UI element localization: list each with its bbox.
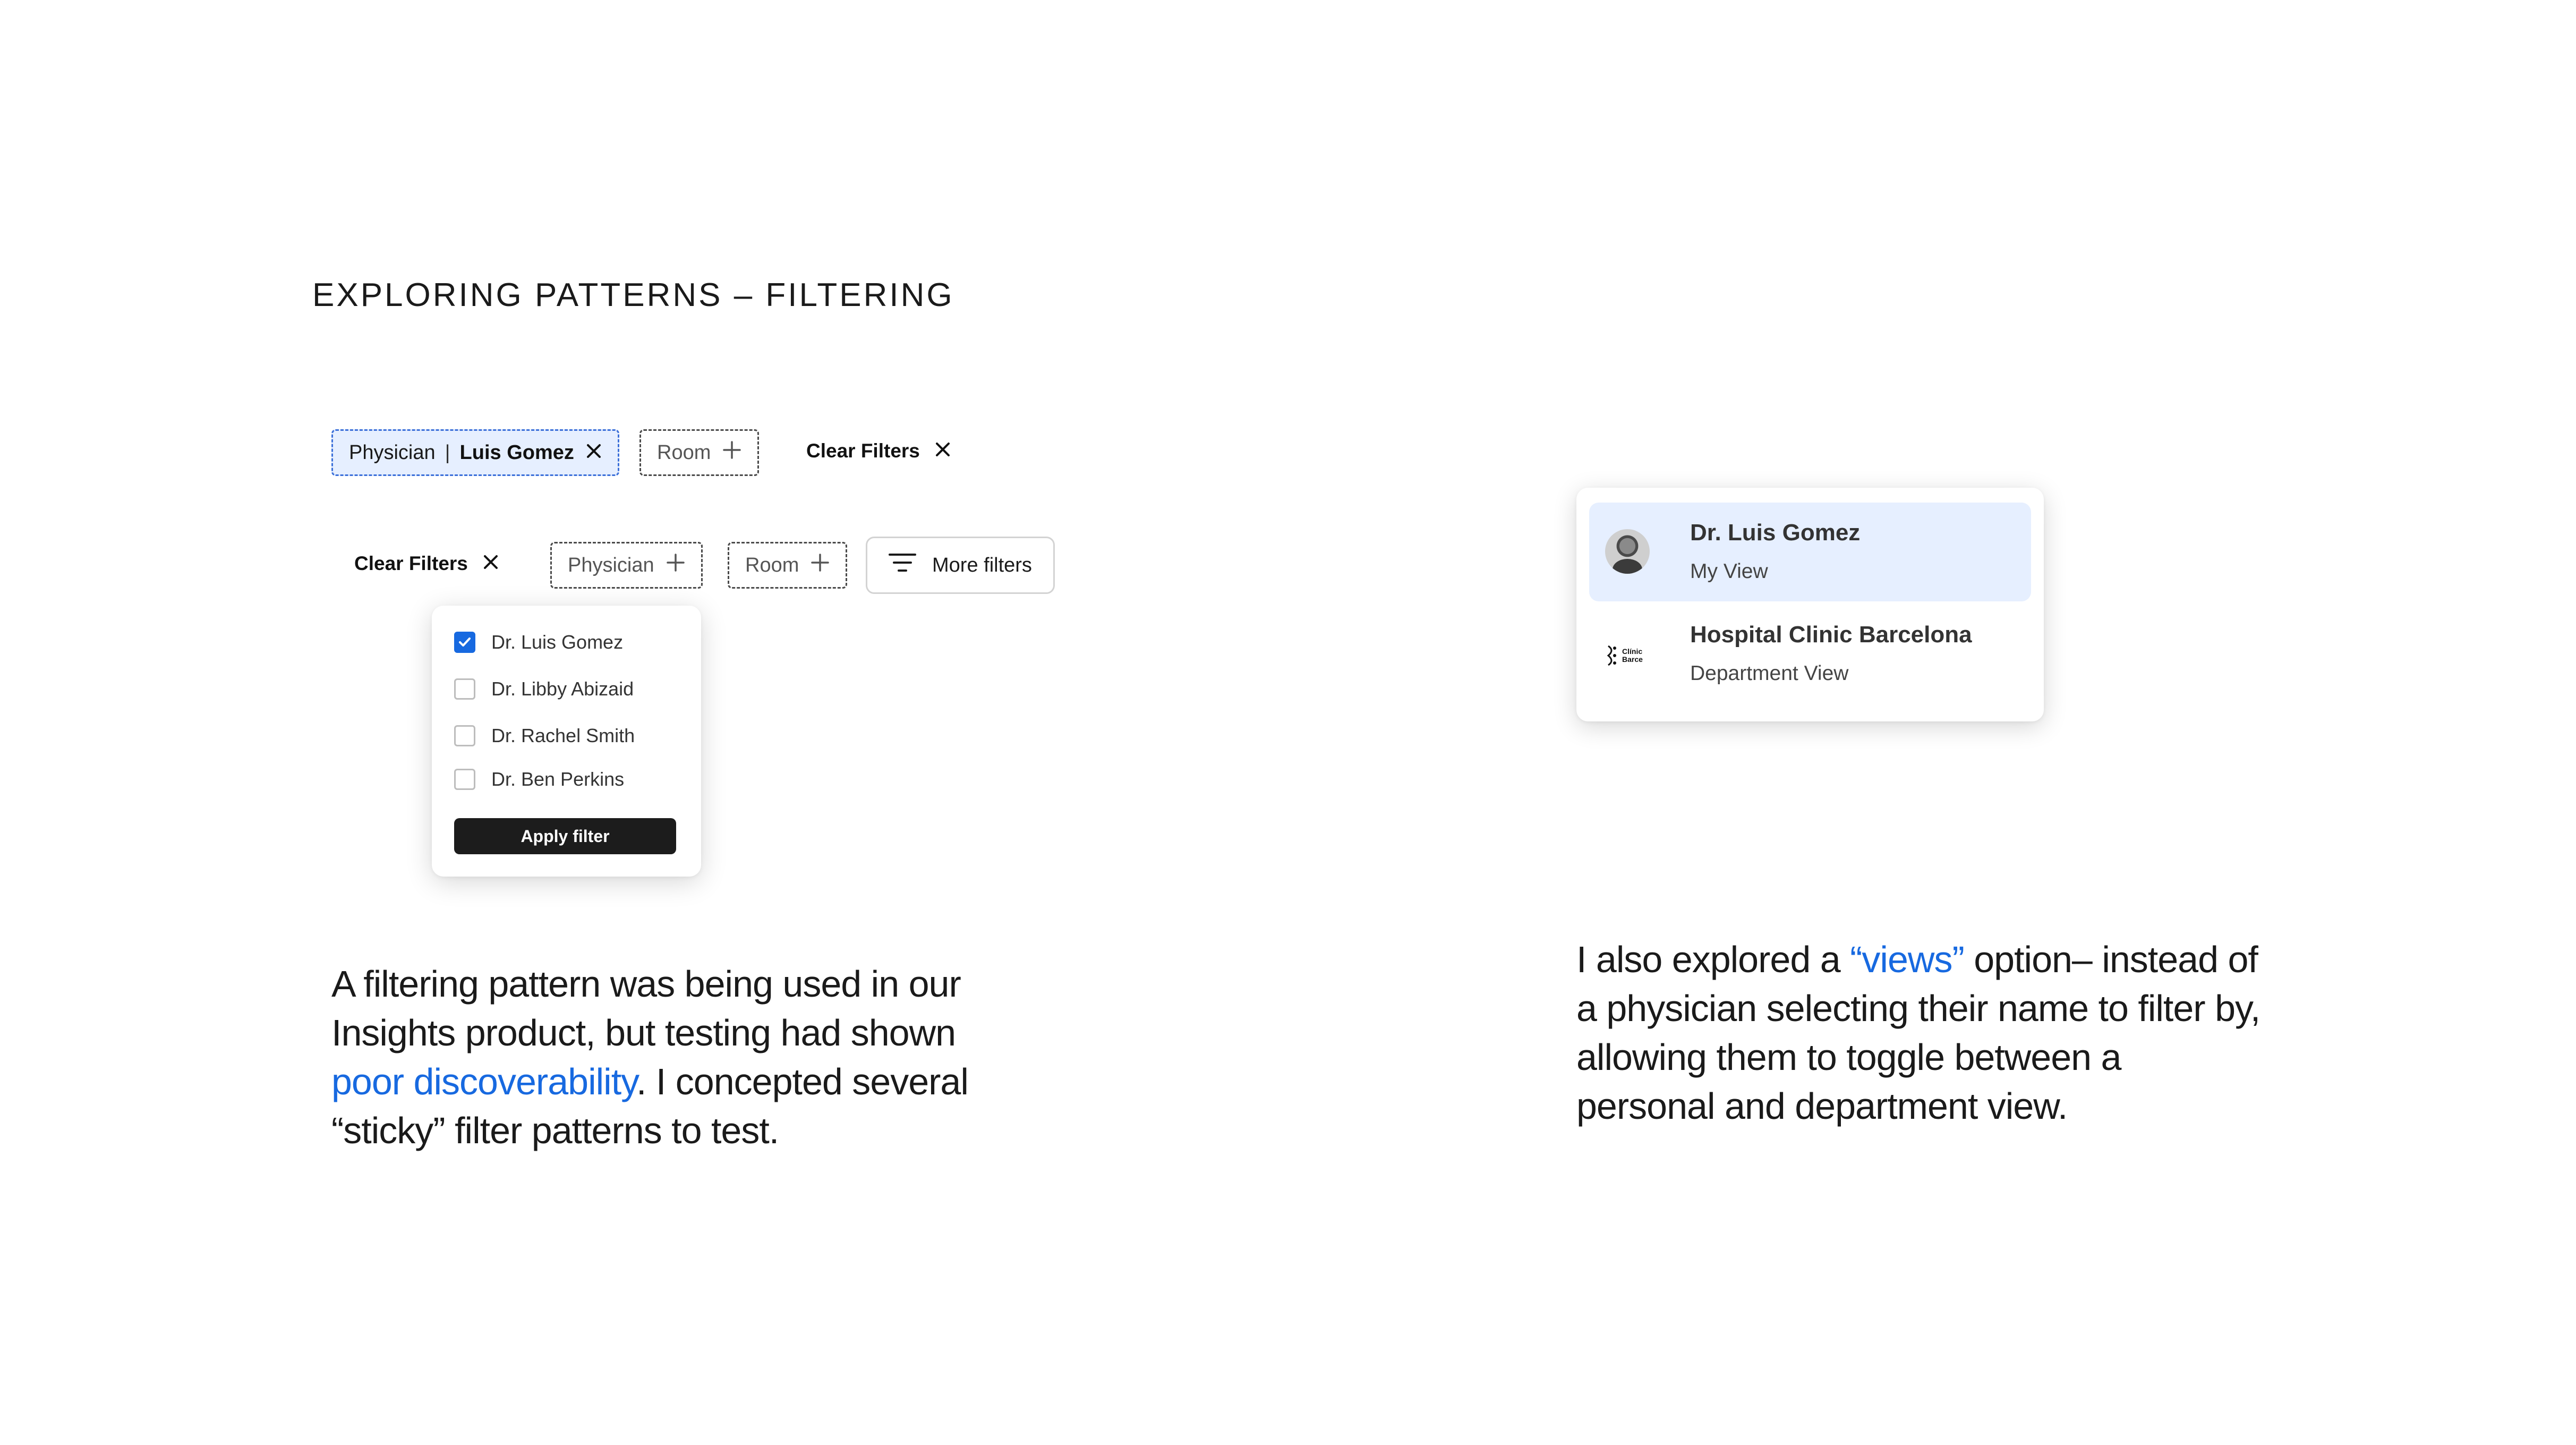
room-filter-chip[interactable]: Room bbox=[639, 429, 760, 476]
chip-label: Physician bbox=[568, 554, 654, 576]
view-item-department-view[interactable]: Clínic Barce Hospital Clinic Barcelona D… bbox=[1589, 609, 2031, 708]
option-label: Dr. Luis Gomez bbox=[491, 631, 624, 653]
view-subtitle: Department View bbox=[1690, 662, 1849, 685]
option-label: Dr. Libby Abizaid bbox=[491, 678, 634, 700]
physician-dropdown: Dr. Luis Gomez Dr. Libby Abizaid Dr. Rac… bbox=[432, 606, 701, 877]
dropdown-option[interactable]: Dr. Ben Perkins bbox=[454, 768, 624, 790]
apply-filter-button[interactable]: Apply filter bbox=[454, 818, 676, 854]
close-icon bbox=[935, 440, 951, 462]
checkbox[interactable] bbox=[454, 725, 475, 746]
filter-lines-icon bbox=[889, 552, 916, 579]
text-line: A filtering pattern was being used in ou… bbox=[331, 963, 961, 1005]
chip-separator: | bbox=[445, 441, 450, 464]
dropdown-option[interactable]: Dr. Libby Abizaid bbox=[454, 678, 634, 700]
plus-icon bbox=[666, 553, 685, 577]
views-switcher-card: Dr. Luis Gomez My View Clínic Barce Hosp… bbox=[1576, 488, 2044, 721]
checkbox[interactable] bbox=[454, 678, 475, 700]
text-line: poor discoverability. I concepted severa… bbox=[331, 1057, 1128, 1106]
text-line: I also explored a “views” option– instea… bbox=[1576, 935, 2479, 984]
room-filter-chip[interactable]: Room bbox=[728, 542, 848, 589]
text-line: allowing them to toggle between a bbox=[1576, 1036, 2121, 1078]
chip-value: Luis Gomez bbox=[459, 441, 574, 464]
plus-icon bbox=[811, 553, 830, 577]
clear-filters-label: Clear Filters bbox=[806, 440, 920, 462]
more-filters-label: More filters bbox=[932, 554, 1032, 576]
option-label: Dr. Ben Perkins bbox=[491, 768, 625, 790]
text-line: personal and department view. bbox=[1576, 1085, 2068, 1127]
highlight-text: poor discoverability bbox=[331, 1061, 637, 1102]
dropdown-option[interactable]: Dr. Rachel Smith bbox=[454, 725, 635, 747]
logo-text: Barce bbox=[1622, 655, 1643, 664]
text-line: “sticky” filter patterns to test. bbox=[331, 1110, 779, 1151]
view-name: Dr. Luis Gomez bbox=[1690, 520, 1861, 546]
right-description: I also explored a “views” option– instea… bbox=[1576, 935, 2479, 1130]
chip-label: Room bbox=[657, 441, 711, 464]
text-fragment: I also explored a bbox=[1576, 939, 1850, 980]
chip-label: Physician bbox=[349, 441, 436, 464]
checkbox[interactable] bbox=[454, 769, 475, 790]
clear-filters-button[interactable]: Clear Filters bbox=[806, 440, 951, 462]
text-line: a physician selecting their name to filt… bbox=[1576, 988, 2261, 1029]
avatar bbox=[1605, 529, 1650, 574]
plus-icon bbox=[722, 440, 741, 465]
close-icon bbox=[483, 552, 499, 575]
hospital-logo: Clínic Barce bbox=[1605, 643, 1643, 668]
view-subtitle: My View bbox=[1690, 560, 1768, 583]
text-line: Insights product, but testing had shown bbox=[331, 1012, 956, 1053]
physician-filter-chip-active[interactable]: Physician | Luis Gomez bbox=[331, 429, 619, 476]
text-fragment: option– instead of bbox=[1964, 939, 2258, 980]
physician-filter-chip[interactable]: Physician bbox=[550, 542, 703, 589]
clear-filters-label: Clear Filters bbox=[354, 552, 468, 574]
view-name: Hospital Clinic Barcelona bbox=[1690, 622, 1972, 648]
more-filters-button[interactable]: More filters bbox=[866, 537, 1055, 594]
close-icon[interactable] bbox=[586, 441, 602, 464]
left-description: A filtering pattern was being used in ou… bbox=[331, 959, 1128, 1155]
clear-filters-button[interactable]: Clear Filters bbox=[354, 552, 499, 575]
checkbox-checked[interactable] bbox=[454, 632, 475, 653]
text-fragment: . I concepted several bbox=[636, 1061, 969, 1102]
dropdown-option[interactable]: Dr. Luis Gomez bbox=[454, 631, 623, 653]
logo-text: Clínic bbox=[1622, 647, 1643, 656]
highlight-text: “views” bbox=[1850, 939, 1965, 980]
chip-label: Room bbox=[745, 554, 799, 576]
section-title: EXPLORING PATTERNS – FILTERING bbox=[312, 277, 954, 313]
option-label: Dr. Rachel Smith bbox=[491, 725, 635, 746]
view-item-my-view[interactable]: Dr. Luis Gomez My View bbox=[1589, 503, 2031, 601]
